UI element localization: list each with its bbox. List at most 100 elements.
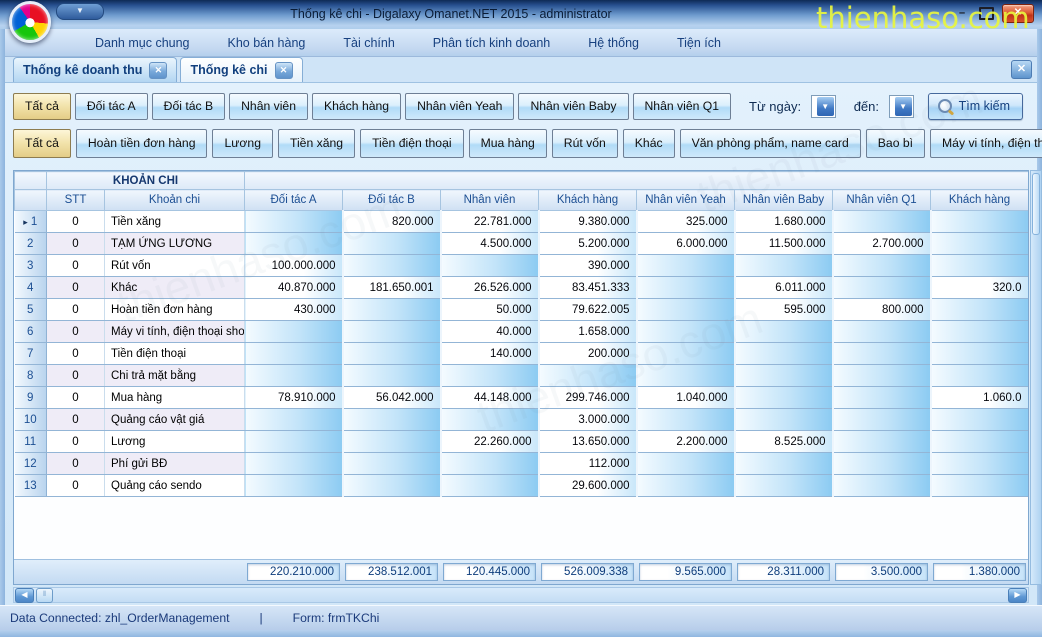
cell-amount[interactable]: 1.658.000 [539,321,637,343]
menu-item-4[interactable]: Phân tích kinh doanh [433,36,550,50]
cell-amount[interactable]: 112.000 [539,453,637,475]
cell-amount[interactable] [637,475,735,497]
cell-amount[interactable]: 11.500.000 [735,233,833,255]
expense-type-filter-button[interactable]: Rút vốn [552,129,618,158]
cell-amount[interactable]: 9.380.000 [539,211,637,233]
cell-amount[interactable] [735,453,833,475]
cell-stt[interactable]: 0 [47,321,105,343]
cell-amount[interactable] [833,321,931,343]
chevron-down-icon[interactable]: ▼ [895,97,912,116]
cell-expense-name[interactable]: Hoàn tiền đơn hàng [105,299,245,321]
row-indicator[interactable]: 12 [15,453,47,475]
column-header-2[interactable]: Khoản chi [105,190,245,211]
cell-amount[interactable] [637,299,735,321]
cell-stt[interactable]: 0 [47,453,105,475]
cell-amount[interactable] [735,409,833,431]
cell-amount[interactable] [833,255,931,277]
cell-amount[interactable]: 1.680.000 [735,211,833,233]
cell-amount[interactable] [735,365,833,387]
scroll-left-icon[interactable]: ◀ [15,588,34,603]
row-indicator[interactable]: 13 [15,475,47,497]
cell-amount[interactable]: 6.000.000 [637,233,735,255]
category-filter-button[interactable]: Đối tác A [75,93,148,120]
row-indicator[interactable]: 7 [15,343,47,365]
cell-amount[interactable] [931,321,1029,343]
cell-amount[interactable] [343,365,441,387]
cell-amount[interactable] [833,453,931,475]
cell-amount[interactable] [833,475,931,497]
cell-amount[interactable] [931,343,1029,365]
cell-amount[interactable] [931,299,1029,321]
cell-stt[interactable]: 0 [47,431,105,453]
cell-amount[interactable]: 6.011.000 [735,277,833,299]
search-button[interactable]: Tìm kiếm [928,93,1023,120]
cell-amount[interactable]: 181.650.001 [343,277,441,299]
cell-amount[interactable]: 800.000 [833,299,931,321]
cell-amount[interactable]: 1.040.000 [637,387,735,409]
expense-type-filter-button[interactable]: Bao bì [866,129,925,158]
cell-amount[interactable] [735,321,833,343]
cell-expense-name[interactable]: Quảng cáo vật giá [105,409,245,431]
cell-amount[interactable] [245,431,343,453]
cell-amount[interactable] [931,365,1029,387]
cell-amount[interactable] [441,255,539,277]
category-filter-button[interactable]: Tất cả [13,93,71,120]
cell-expense-name[interactable]: Rút vốn [105,255,245,277]
row-indicator[interactable]: 2 [15,233,47,255]
chevron-down-icon[interactable]: ▼ [817,97,834,116]
expense-type-filter-button[interactable]: Hoàn tiền đơn hàng [76,129,208,158]
row-indicator[interactable]: 10 [15,409,47,431]
cell-amount[interactable] [637,453,735,475]
cell-amount[interactable]: 13.650.000 [539,431,637,453]
cell-amount[interactable] [245,409,343,431]
cell-amount[interactable] [931,211,1029,233]
row-indicator[interactable]: 5 [15,299,47,321]
vertical-scrollbar-thumb[interactable] [1032,173,1040,235]
cell-amount[interactable]: 430.000 [245,299,343,321]
cell-amount[interactable] [931,431,1029,453]
cell-stt[interactable]: 0 [47,409,105,431]
expense-type-filter-button[interactable]: Máy vi tính, điện thoại shop [930,129,1042,158]
cell-amount[interactable] [637,343,735,365]
menu-item-3[interactable]: Tài chính [343,36,394,50]
row-indicator[interactable]: 4 [15,277,47,299]
cell-amount[interactable] [833,409,931,431]
cell-stt[interactable]: 0 [47,365,105,387]
category-filter-button[interactable]: Đối tác B [152,93,225,120]
cell-amount[interactable] [931,453,1029,475]
cell-amount[interactable] [245,343,343,365]
tab-close-icon[interactable]: ✕ [149,62,167,79]
cell-expense-name[interactable]: TẠM ỨNG LƯƠNG [105,233,245,255]
panel-close-icon[interactable]: ✕ [1011,60,1032,79]
cell-amount[interactable]: 140.000 [441,343,539,365]
cell-expense-name[interactable]: Máy vi tính, điện thoại shop [105,321,245,343]
expense-type-filter-button[interactable]: Tiền xăng [278,129,355,158]
to-date-combobox[interactable]: ▼ [889,95,914,118]
cell-amount[interactable] [343,453,441,475]
expense-type-filter-button[interactable]: Mua hàng [469,129,547,158]
cell-amount[interactable]: 50.000 [441,299,539,321]
cell-amount[interactable] [833,365,931,387]
cell-amount[interactable] [343,299,441,321]
category-filter-button[interactable]: Khách hàng [312,93,401,120]
cell-amount[interactable] [833,431,931,453]
cell-expense-name[interactable]: Phí gửi BĐ [105,453,245,475]
cell-amount[interactable] [735,255,833,277]
cell-amount[interactable]: 56.042.000 [343,387,441,409]
cell-stt[interactable]: 0 [47,211,105,233]
cell-amount[interactable] [343,475,441,497]
cell-amount[interactable] [539,365,637,387]
cell-amount[interactable]: 390.000 [539,255,637,277]
menu-item-2[interactable]: Kho bán hàng [228,36,306,50]
category-filter-button[interactable]: Nhân viên Baby [518,93,628,120]
cell-stt[interactable]: 0 [47,299,105,321]
cell-amount[interactable] [637,409,735,431]
cell-amount[interactable]: 40.000 [441,321,539,343]
cell-amount[interactable] [245,321,343,343]
cell-amount[interactable] [931,233,1029,255]
expense-type-filter-button[interactable]: Tất cả [13,129,71,158]
cell-amount[interactable]: 26.526.000 [441,277,539,299]
cell-amount[interactable] [931,409,1029,431]
cell-amount[interactable]: 595.000 [735,299,833,321]
menu-item-5[interactable]: Hệ thống [588,36,639,50]
